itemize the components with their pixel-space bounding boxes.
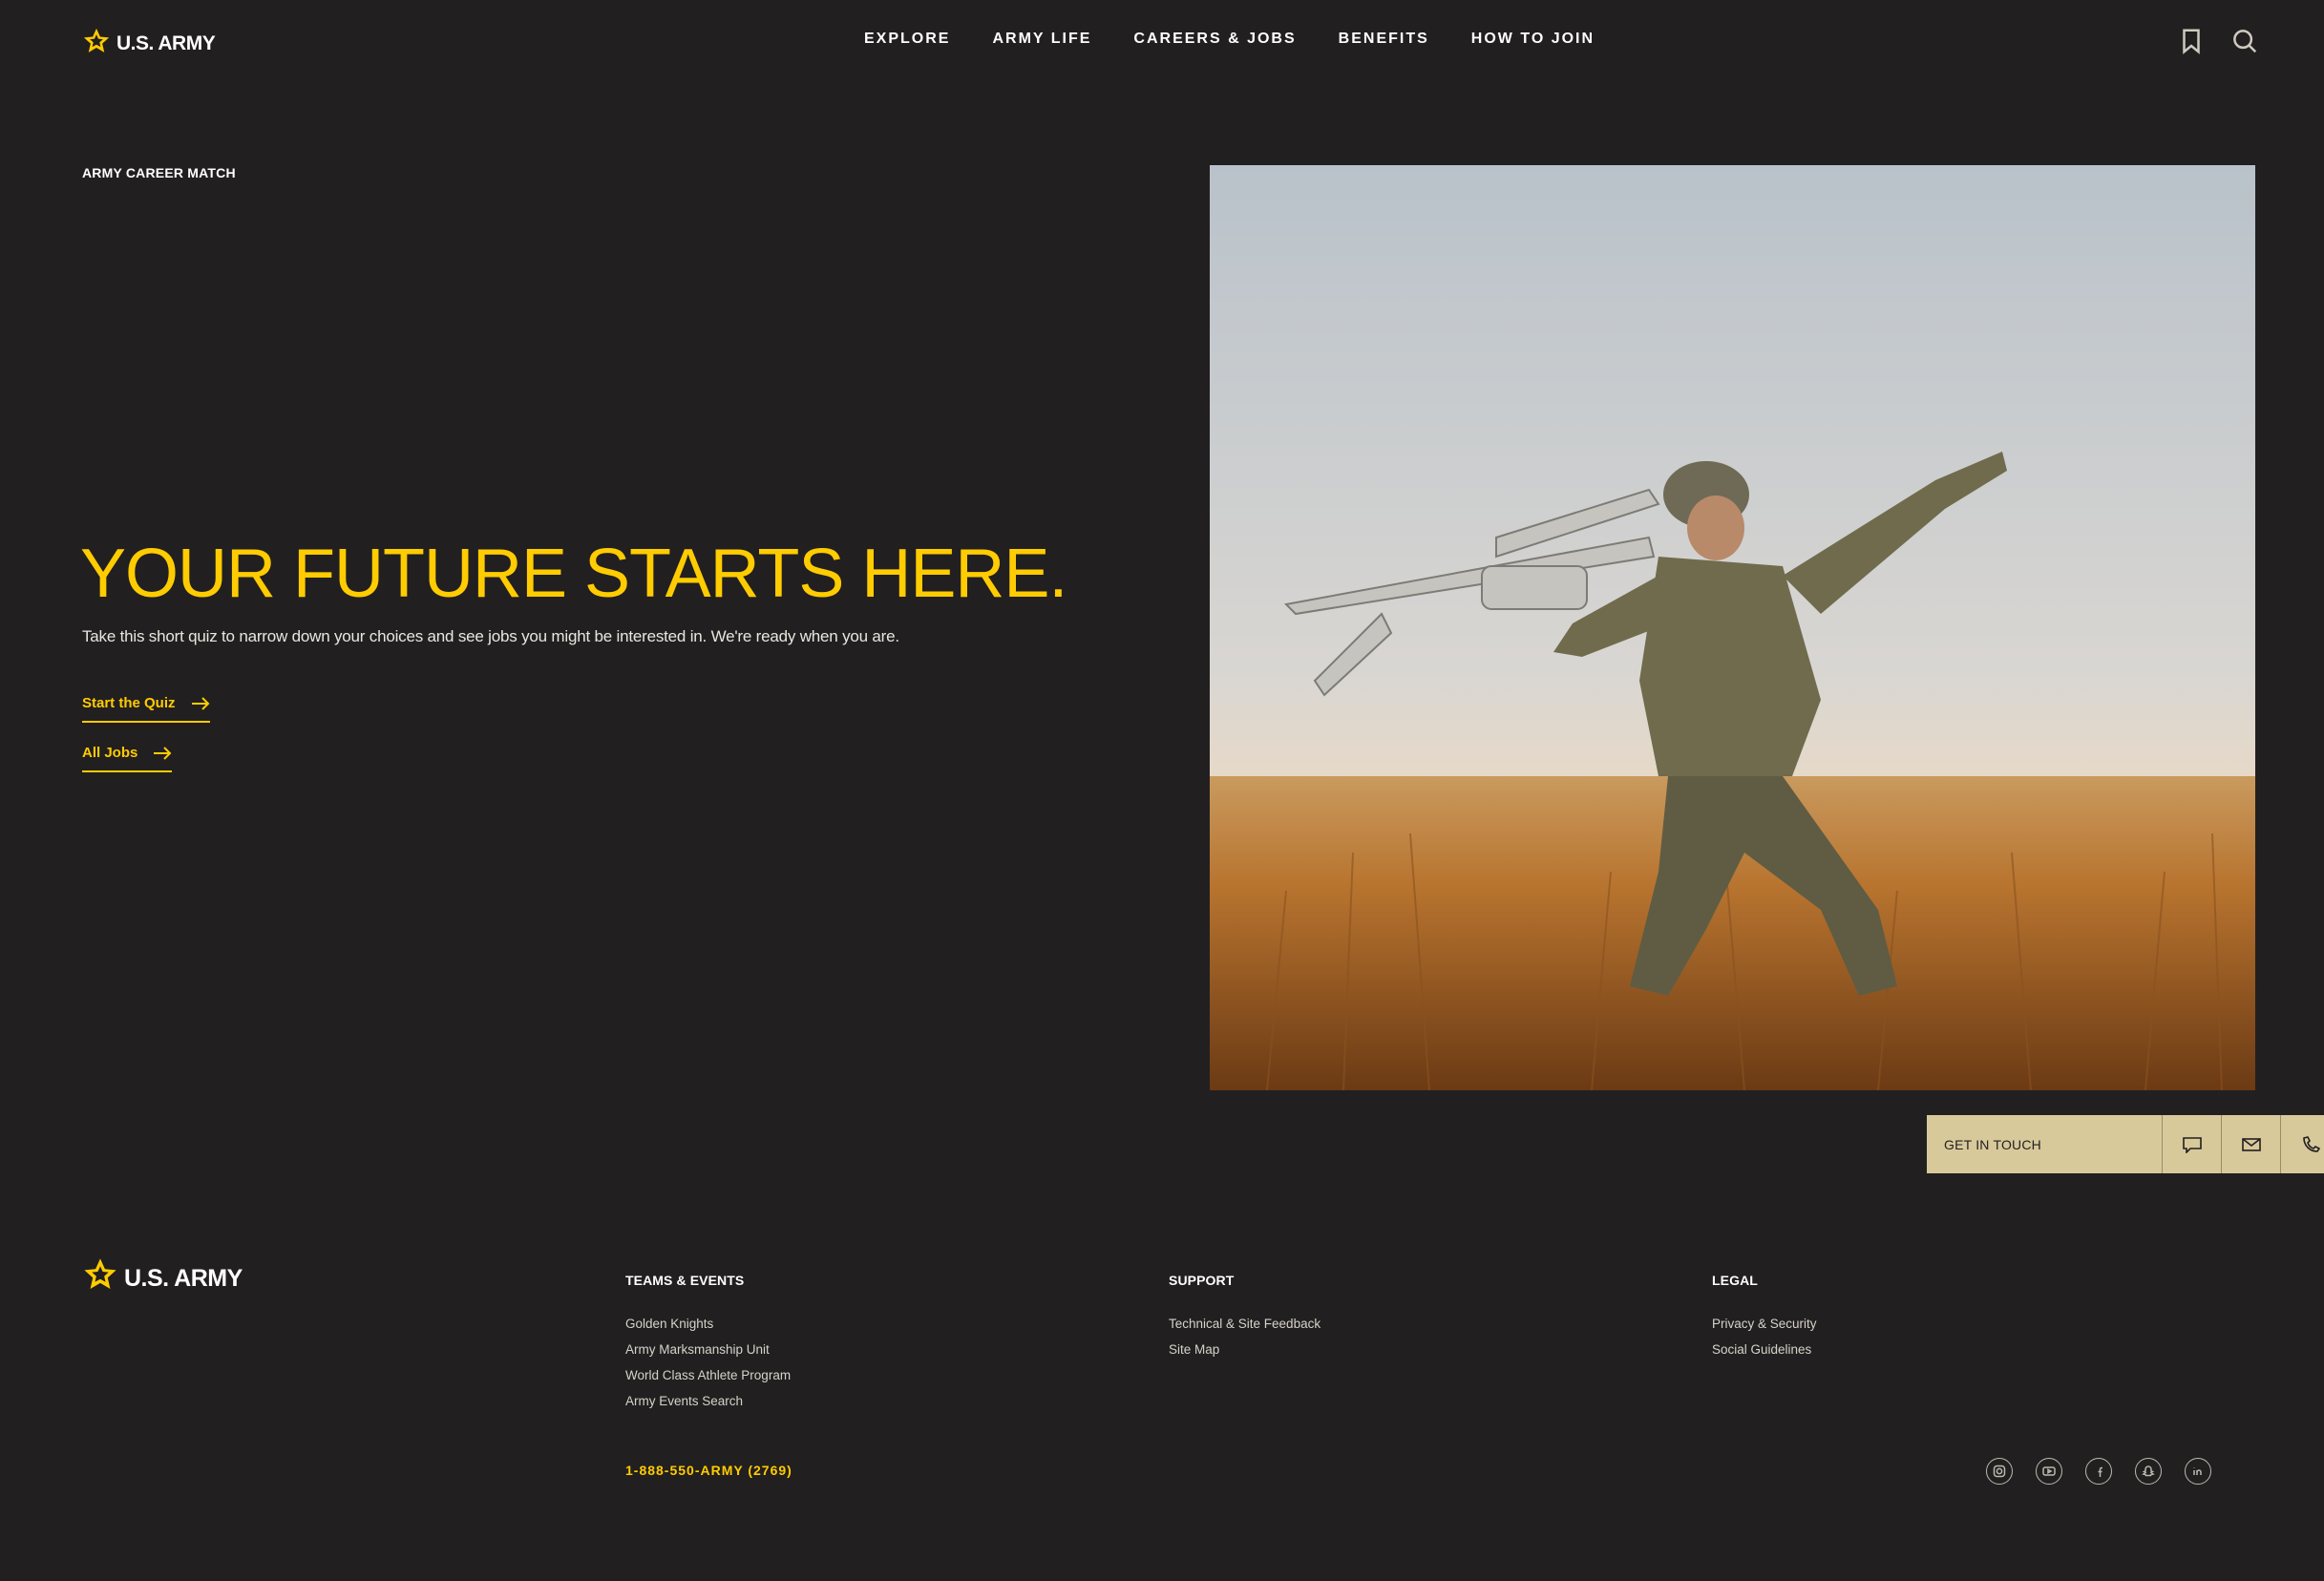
footer-column-title: TEAMS & EVENTS (625, 1273, 745, 1288)
hero-photo (1210, 165, 2255, 1090)
nav-army-life[interactable]: ARMY LIFE (992, 31, 1091, 48)
star-icon (83, 28, 110, 53)
all-jobs-link[interactable]: All Jobs (82, 745, 173, 772)
header-logo[interactable]: U.S. ARMY (82, 27, 216, 55)
footer-link[interactable]: Army Marksmanship Unit (625, 1342, 791, 1357)
footer-logo[interactable]: U.S. ARMY (82, 1256, 243, 1293)
arrow-right-icon (154, 746, 172, 760)
footer-column-support: SUPPORT Technical & Site Feedback Site M… (1169, 1273, 1320, 1368)
footer-column-title: LEGAL (1712, 1273, 1758, 1288)
footer-column-teams-events: TEAMS & EVENTS Golden Knights Army Marks… (625, 1273, 791, 1420)
logo-wordmark: U.S. ARMY (124, 1264, 243, 1292)
nav-how-to-join[interactable]: HOW TO JOIN (1471, 31, 1595, 48)
footer-link[interactable]: Social Guidelines (1712, 1342, 1817, 1357)
nav-explore[interactable]: EXPLORE (864, 31, 950, 48)
main-nav: EXPLORE ARMY LIFE CAREERS & JOBS BENEFIT… (864, 31, 1595, 48)
all-jobs-label: All Jobs (82, 745, 138, 761)
hero-eyebrow: ARMY CAREER MATCH (82, 165, 236, 180)
footer-link[interactable]: Technical & Site Feedback (1169, 1317, 1320, 1331)
footer-link[interactable]: Privacy & Security (1712, 1317, 1817, 1331)
footer-column-title: SUPPORT (1169, 1273, 1235, 1288)
get-in-touch-button[interactable]: GET IN TOUCH (1927, 1115, 2162, 1173)
phone-number-link[interactable]: 1-888-550-ARMY (2769) (625, 1463, 792, 1478)
nav-careers-jobs[interactable]: CAREERS & JOBS (1133, 31, 1296, 48)
search-icon[interactable] (2230, 27, 2259, 55)
footer-column-legal: LEGAL Privacy & Security Social Guidelin… (1712, 1273, 1817, 1368)
footer-link[interactable]: World Class Athlete Program (625, 1368, 791, 1382)
start-quiz-label: Start the Quiz (82, 695, 176, 711)
hero-subcopy: Take this short quiz to narrow down your… (82, 627, 899, 645)
youtube-icon[interactable] (2036, 1458, 2062, 1485)
snapchat-icon[interactable] (2135, 1458, 2162, 1485)
footer-link[interactable]: Site Map (1169, 1342, 1320, 1357)
instagram-icon[interactable] (1986, 1458, 2013, 1485)
footer-link[interactable]: Army Events Search (625, 1394, 791, 1408)
start-quiz-link[interactable]: Start the Quiz (82, 695, 210, 723)
bookmark-icon[interactable] (2177, 27, 2206, 55)
nav-benefits[interactable]: BENEFITS (1339, 31, 1429, 48)
star-icon (84, 1258, 116, 1290)
chat-icon[interactable] (2162, 1115, 2221, 1173)
arrow-right-icon (191, 696, 209, 710)
mail-icon[interactable] (2221, 1115, 2280, 1173)
linkedin-icon[interactable] (2185, 1458, 2211, 1485)
page: U.S. ARMY EXPLORE ARMY LIFE CAREERS & JO… (0, 0, 2324, 1581)
logo-wordmark: U.S. ARMY (116, 32, 216, 54)
facebook-icon[interactable] (2085, 1458, 2112, 1485)
hero-headline: YOUR FUTURE STARTS HERE. (80, 536, 1067, 612)
get-in-touch-bar: GET IN TOUCH (1927, 1115, 2324, 1173)
phone-icon[interactable] (2280, 1115, 2324, 1173)
social-links (1986, 1458, 2211, 1485)
footer-link[interactable]: Golden Knights (625, 1317, 791, 1331)
